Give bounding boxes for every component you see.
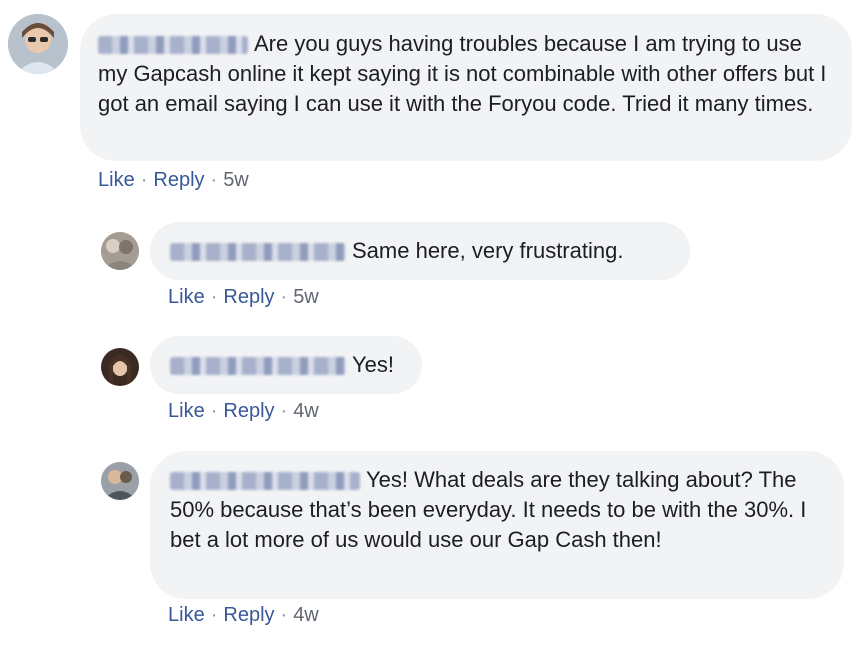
comment-text: Same here, very frustrating. — [352, 238, 624, 263]
commenter-name-redacted[interactable] — [170, 357, 346, 376]
commenter-name-redacted[interactable] — [98, 36, 248, 55]
timestamp[interactable]: 5w — [293, 286, 319, 308]
comment-actions: Like · Reply · 5w — [168, 285, 319, 309]
like-link[interactable]: Like — [168, 400, 205, 422]
comment-bubble: Same here, very frustrating. — [150, 222, 690, 280]
comment-actions: Like · Reply · 5w — [98, 168, 249, 192]
avatar[interactable] — [101, 232, 139, 270]
comment-bubble: Yes! What deals are they talking about? … — [150, 451, 844, 599]
profile-photo-icon — [8, 14, 68, 74]
reply-link[interactable]: Reply — [223, 286, 274, 308]
timestamp[interactable]: 4w — [293, 400, 319, 422]
reply-link[interactable]: Reply — [153, 169, 204, 191]
timestamp[interactable]: 5w — [223, 169, 249, 191]
profile-photo-icon — [101, 462, 139, 500]
commenter-name-redacted[interactable] — [170, 472, 360, 491]
commenter-name-redacted[interactable] — [170, 243, 346, 262]
reply-link[interactable]: Reply — [223, 604, 274, 626]
reply-link[interactable]: Reply — [223, 400, 274, 422]
comment-bubble: Yes! — [150, 336, 422, 394]
separator: · — [140, 169, 148, 191]
comment-actions: Like · Reply · 4w — [168, 399, 319, 423]
avatar[interactable] — [8, 14, 68, 74]
timestamp[interactable]: 4w — [293, 604, 319, 626]
separator: · — [210, 604, 218, 626]
separator: · — [280, 400, 288, 422]
like-link[interactable]: Like — [168, 604, 205, 626]
comment-actions: Like · Reply · 4w — [168, 603, 319, 627]
separator: · — [210, 286, 218, 308]
avatar[interactable] — [101, 348, 139, 386]
separator: · — [280, 604, 288, 626]
like-link[interactable]: Like — [168, 286, 205, 308]
profile-photo-icon — [101, 232, 139, 270]
comment-text: Yes! — [352, 352, 395, 377]
separator: · — [210, 169, 218, 191]
profile-photo-icon — [101, 348, 139, 386]
separator: · — [280, 286, 288, 308]
avatar[interactable] — [101, 462, 139, 500]
like-link[interactable]: Like — [98, 169, 135, 191]
comment-bubble: Are you guys having troubles because I a… — [80, 14, 852, 161]
separator: · — [210, 400, 218, 422]
